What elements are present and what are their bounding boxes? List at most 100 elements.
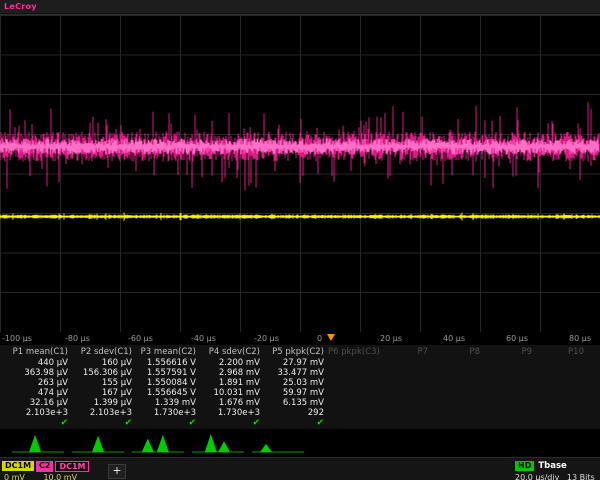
measure-value — [536, 388, 584, 398]
timebase-header: HD Tbase — [515, 461, 599, 471]
measure-value: 6.135 mV — [264, 398, 324, 408]
measure-value: 292 — [264, 408, 324, 418]
measure-status — [328, 418, 376, 429]
measure-value — [432, 378, 480, 388]
measure-status: ✔ — [8, 418, 68, 429]
c2-channel-badge: C2 — [36, 461, 53, 472]
measure-value — [328, 408, 376, 418]
measure-value: 33.477 mV — [264, 368, 324, 378]
axis-label: -100 µs — [2, 334, 32, 343]
measure-value: 1.556645 V — [136, 388, 196, 398]
measure-value — [484, 378, 532, 388]
measure-value — [432, 388, 480, 398]
measure-header-p8[interactable]: P8 — [432, 345, 480, 358]
axis-label: -20 µs — [254, 334, 279, 343]
measure-value: 263 µV — [8, 378, 68, 388]
trigger-time-marker[interactable] — [327, 334, 335, 341]
measure-value — [432, 368, 480, 378]
measure-column-p7: P7 — [380, 345, 432, 429]
measure-status: ✔ — [136, 418, 196, 429]
waveform-plot — [0, 15, 600, 332]
measure-value — [380, 408, 428, 418]
measure-value: 1.399 µV — [72, 398, 132, 408]
measure-value — [380, 368, 428, 378]
measure-header-p7[interactable]: P7 — [380, 345, 428, 358]
c2-descriptor[interactable]: C2 DC1M — [36, 461, 89, 472]
measure-header-p6[interactable]: P6 pkpk(C3) — [328, 345, 376, 358]
measure-value — [536, 368, 584, 378]
axis-label: -60 µs — [128, 334, 153, 343]
measure-value — [328, 398, 376, 408]
c2-coupling-badge: DC1M — [55, 461, 89, 472]
measure-value — [328, 368, 376, 378]
hd-badge: HD — [515, 461, 534, 471]
measure-status — [380, 418, 428, 429]
top-bar: LeCroy — [0, 0, 600, 14]
graticule[interactable] — [0, 14, 600, 333]
measure-column-p10: P10 — [536, 345, 588, 429]
measure-value — [484, 408, 532, 418]
measure-status — [536, 418, 584, 429]
measure-value — [484, 368, 532, 378]
measure-value — [484, 388, 532, 398]
measure-table: P1 mean(C1)440 µV363.98 µV263 µV474 µV32… — [0, 345, 600, 429]
histicon-p5[interactable] — [248, 429, 308, 455]
measure-value: 1.339 mV — [136, 398, 196, 408]
measure-value — [328, 378, 376, 388]
measure-value: 10.031 mV — [200, 388, 260, 398]
measure-value: 2.200 mV — [200, 358, 260, 368]
measure-value — [380, 378, 428, 388]
measure-header-p2[interactable]: P2 sdev(C1) — [72, 345, 132, 358]
histicon-p2[interactable] — [68, 429, 128, 455]
c1-descriptor[interactable]: DC1M 0 mV 10.0 mV — [2, 461, 34, 471]
add-trace-button[interactable]: + — [108, 464, 126, 479]
measure-value — [536, 408, 584, 418]
axis-label: -80 µs — [65, 334, 90, 343]
timebase-descriptor[interactable]: HD Tbase 20.0 µs/div 13 Bits — [515, 461, 599, 480]
measure-value — [484, 358, 532, 368]
measure-value: 1.556616 V — [136, 358, 196, 368]
measure-value — [380, 398, 428, 408]
measure-value: 59.97 mV — [264, 388, 324, 398]
axis-label: 0 — [317, 334, 322, 343]
measure-value — [432, 358, 480, 368]
timebase-scale: 20.0 µs/div — [515, 473, 559, 480]
histicon-p1[interactable] — [8, 429, 68, 455]
measure-status: ✔ — [264, 418, 324, 429]
measure-value: 2.103e+3 — [8, 408, 68, 418]
c1-scale: 10.0 mV — [43, 473, 77, 480]
measure-header-p3[interactable]: P3 mean(C2) — [136, 345, 196, 358]
measure-value: 363.98 µV — [8, 368, 68, 378]
axis-label: -40 µs — [191, 334, 216, 343]
measure-header-p1[interactable]: P1 mean(C1) — [8, 345, 68, 358]
timebase-bits: 13 Bits — [567, 473, 595, 480]
time-axis: -100 µs-80 µs-60 µs-40 µs-20 µs020 µs40 … — [0, 332, 600, 345]
measure-status: ✔ — [72, 418, 132, 429]
histicon-p4[interactable] — [188, 429, 248, 455]
measure-header-p9[interactable]: P9 — [484, 345, 532, 358]
measure-header-p5[interactable]: P5 pkpk(C2) — [264, 345, 324, 358]
c1-offset: 0 mV — [4, 473, 25, 480]
timebase-readout: 20.0 µs/div 13 Bits — [515, 473, 599, 480]
measure-value: 1.557591 V — [136, 368, 196, 378]
measure-column-p8: P8 — [432, 345, 484, 429]
measure-value: 474 µV — [8, 388, 68, 398]
measure-column-p6: P6 pkpk(C3) — [328, 345, 380, 429]
timebase-label: Tbase — [538, 461, 566, 471]
histicon-p3[interactable] — [128, 429, 188, 455]
measure-status: ✔ — [200, 418, 260, 429]
measure-value — [328, 388, 376, 398]
measure-value — [536, 398, 584, 408]
measure-header-p4[interactable]: P4 sdev(C2) — [200, 345, 260, 358]
measure-value: 32.16 µV — [8, 398, 68, 408]
measure-column-p9: P9 — [484, 345, 536, 429]
measure-value: 155 µV — [72, 378, 132, 388]
measure-value: 2.968 mV — [200, 368, 260, 378]
lecroy-logo: LeCroy — [4, 2, 37, 11]
measure-value: 1.730e+3 — [136, 408, 196, 418]
axis-label: 40 µs — [443, 334, 465, 343]
measure-value — [536, 358, 584, 368]
measure-value — [380, 388, 428, 398]
measure-header-p10[interactable]: P10 — [536, 345, 584, 358]
measure-value: 167 µV — [72, 388, 132, 398]
